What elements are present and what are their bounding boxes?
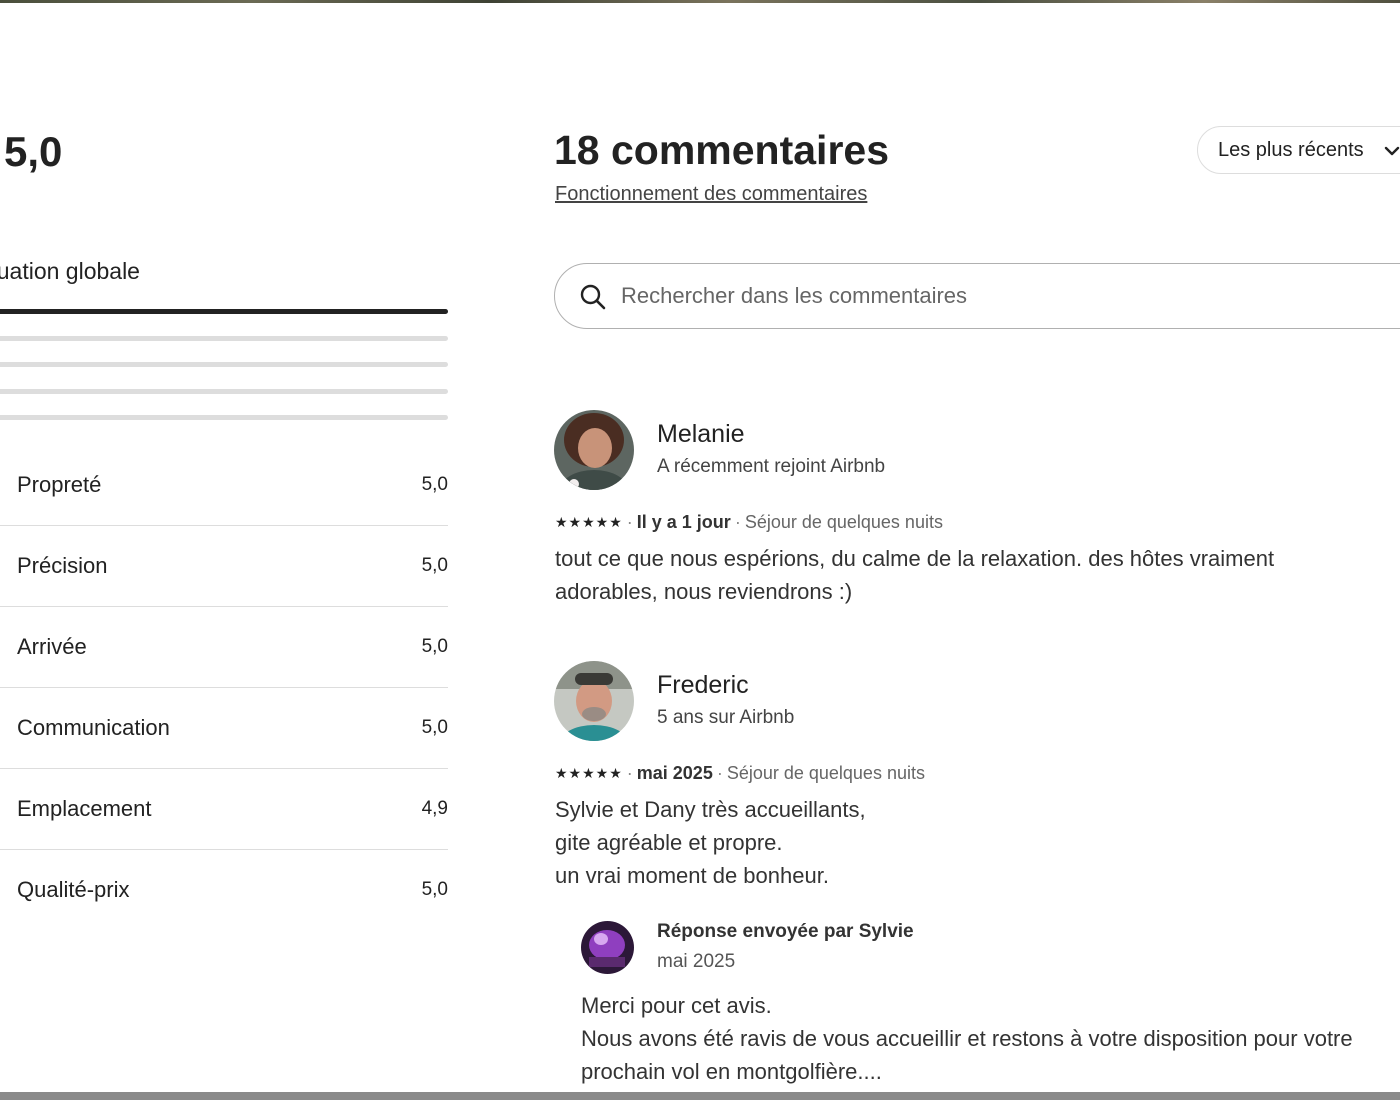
reviewer-tenure: A récemment rejoint Airbnb <box>657 456 886 477</box>
reviewer-photo-image <box>554 661 634 741</box>
host-reply-date: mai 2025 <box>657 951 736 972</box>
rating-bar-4-stars <box>0 336 448 341</box>
chevron-down-icon <box>1384 146 1400 156</box>
review-text-line: tout ce que nous espérions, du calme de … <box>555 546 1275 571</box>
listing-photo-edge <box>0 0 1400 3</box>
host-reply-text-line: prochain vol en montgolfière.... <box>581 1059 882 1084</box>
category-row-accuracy: Précision 5,0 <box>0 526 448 607</box>
review-search-box[interactable] <box>554 263 1400 329</box>
category-value: 5,0 <box>421 879 448 900</box>
category-label: Emplacement <box>17 796 152 821</box>
star-rating-icon: ★★★★★ <box>555 765 623 781</box>
rating-bar-2-stars <box>0 389 448 394</box>
star-rating-icon: ★★★★★ <box>555 514 623 530</box>
how-reviews-work-link[interactable]: Fonctionnement des commentaires <box>555 181 867 207</box>
host-reply-text-line: Nous avons été ravis de vous accueillir … <box>581 1026 1353 1051</box>
stay-length: Séjour de quelques nuits <box>726 763 925 783</box>
overall-score: 5,0 <box>4 128 63 175</box>
overall-rating-label: Évaluation globale <box>0 258 140 284</box>
category-row-check-in: Arrivée 5,0 <box>0 607 448 688</box>
review-rating-line: ★★★★★ · mai 2025 · Séjour de quelques nuits <box>555 763 925 783</box>
category-row-location: Emplacement 4,9 <box>0 769 448 850</box>
rating-bar-1-star <box>0 415 448 420</box>
rating-bar-5-stars <box>0 309 448 314</box>
category-value: 5,0 <box>421 555 448 576</box>
review-text-line: adorables, nous reviendrons :) <box>555 579 853 604</box>
review-search-input[interactable] <box>621 278 1321 314</box>
category-value: 5,0 <box>421 636 448 657</box>
sort-dropdown-button[interactable]: Les plus récents <box>1197 126 1400 174</box>
category-row-value: Qualité-prix 5,0 <box>0 850 448 931</box>
rating-bar-3-stars <box>0 362 448 367</box>
reviewer-photo-image <box>554 410 634 490</box>
review-text-line: gite agréable et propre. <box>555 830 783 855</box>
reviewer-name: Melanie <box>657 420 745 448</box>
category-value: 4,9 <box>421 798 448 819</box>
host-reply-text-line: Merci pour cet avis. <box>581 993 772 1018</box>
reviewer-tenure: 5 ans sur Airbnb <box>657 707 795 728</box>
category-label: Précision <box>17 553 108 578</box>
category-label: Propreté <box>17 472 102 497</box>
review-text-line: Sylvie et Dany très accueillants, <box>555 797 866 822</box>
review-date: Il y a 1 jour <box>636 512 731 532</box>
reviewer-avatar[interactable] <box>554 410 634 490</box>
bottom-scroll-edge <box>0 1092 1400 1100</box>
category-label: Communication <box>17 715 170 740</box>
category-label: Arrivée <box>17 634 87 659</box>
stay-length: Séjour de quelques nuits <box>744 512 943 532</box>
review-date: mai 2025 <box>636 763 713 783</box>
reviews-count-title: 18 commentaires <box>554 127 890 173</box>
host-photo-image <box>581 921 634 974</box>
reviewer-avatar[interactable] <box>554 661 634 741</box>
rating-bar-fill <box>0 309 448 314</box>
host-reply-title: Réponse envoyée par Sylvie <box>657 921 914 942</box>
sort-label: Les plus récents <box>1218 139 1364 161</box>
category-row-communication: Communication 5,0 <box>0 688 448 769</box>
review-rating-line: ★★★★★ · Il y a 1 jour · Séjour de quelques n… <box>555 512 943 532</box>
host-avatar[interactable] <box>581 921 634 974</box>
reviewer-name: Frederic <box>657 671 749 699</box>
category-value: 5,0 <box>421 474 448 495</box>
search-icon <box>580 284 606 310</box>
review-text-line: un vrai moment de bonheur. <box>555 863 829 888</box>
category-row-cleanliness: Propreté 5,0 <box>0 445 448 526</box>
category-label: Qualité-prix <box>17 877 130 902</box>
category-value: 5,0 <box>421 717 448 738</box>
